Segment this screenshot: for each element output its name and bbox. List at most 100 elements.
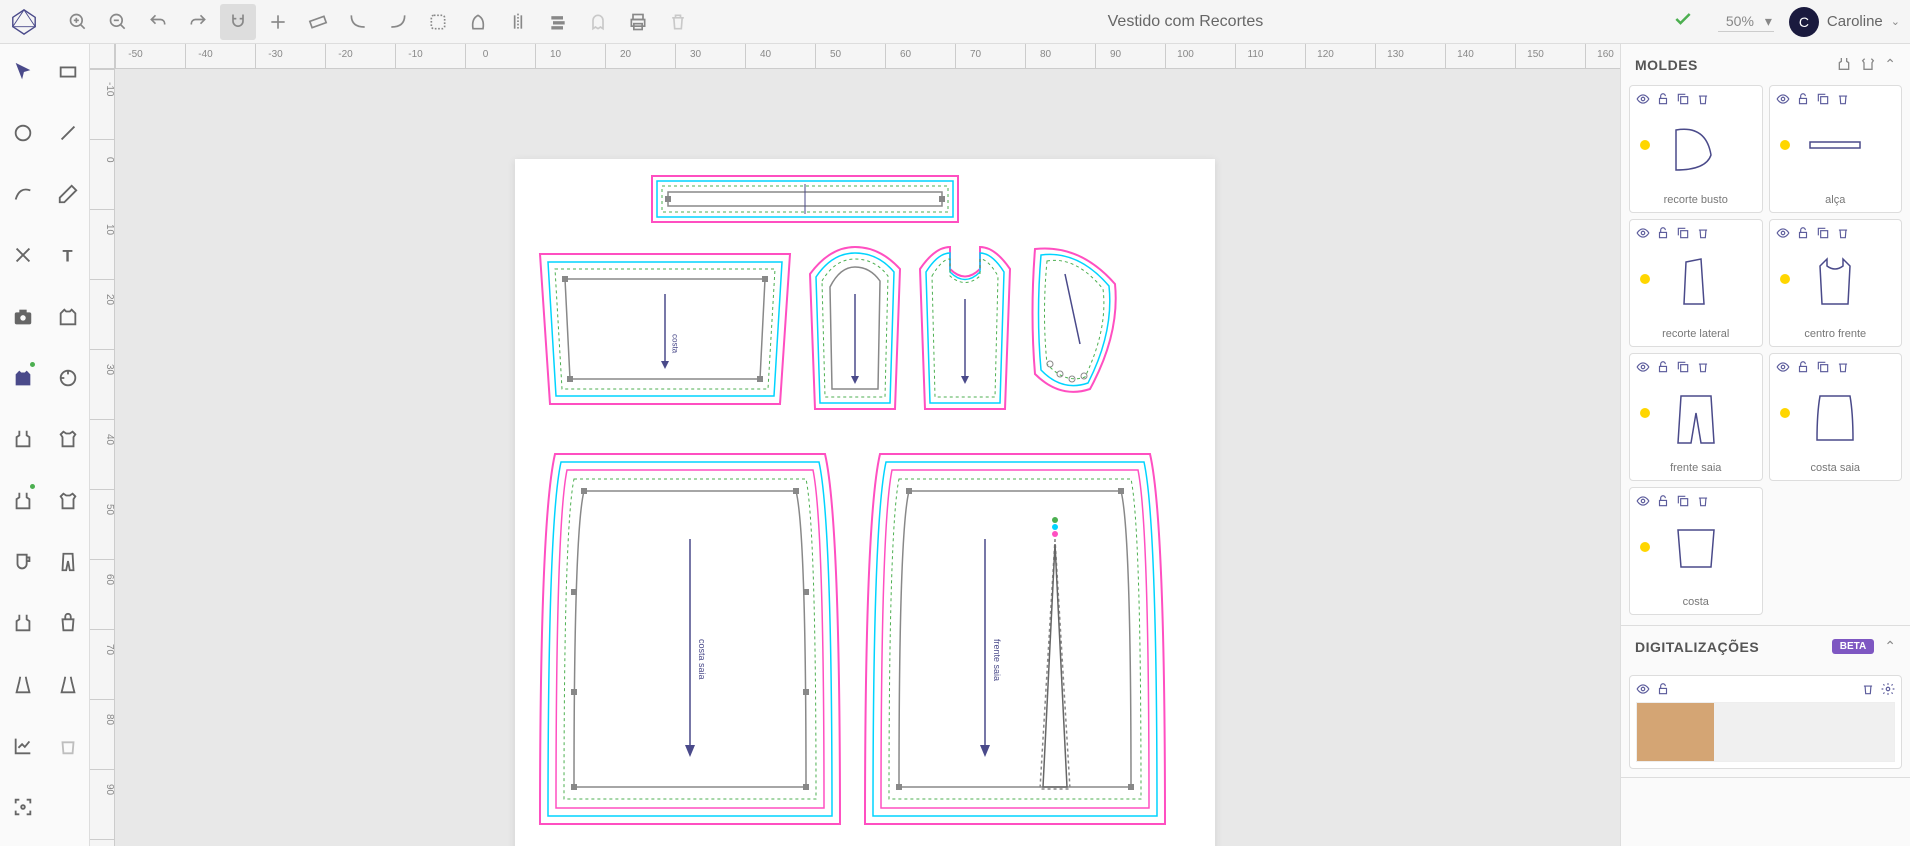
eye-icon[interactable] <box>1636 682 1650 696</box>
gear-icon[interactable] <box>1881 682 1895 696</box>
camera-tool[interactable] <box>0 294 45 339</box>
mirror-button[interactable] <box>500 4 536 40</box>
cup-tool[interactable] <box>0 539 45 584</box>
curve-right-button[interactable] <box>380 4 416 40</box>
print-button[interactable] <box>620 4 656 40</box>
mold-card[interactable]: costa <box>1629 487 1763 615</box>
garment-tool-1[interactable] <box>45 294 90 339</box>
digitization-card[interactable] <box>1629 675 1902 769</box>
ghost-button[interactable] <box>580 4 616 40</box>
bag-tool-2[interactable] <box>45 723 90 768</box>
ruler-button[interactable] <box>300 4 336 40</box>
magnet-button[interactable] <box>220 4 256 40</box>
garment-icon[interactable] <box>1836 56 1852 72</box>
user-menu[interactable]: C Caroline ⌄ <box>1789 7 1900 37</box>
mold-card[interactable]: costa saia <box>1769 353 1903 481</box>
add-button[interactable] <box>260 4 296 40</box>
eye-icon[interactable] <box>1636 226 1650 240</box>
rectangle-tool[interactable] <box>45 49 90 94</box>
layers-button[interactable] <box>540 4 576 40</box>
zoom-selector[interactable]: 50%▾ <box>1718 11 1774 32</box>
pants-tool[interactable] <box>45 539 90 584</box>
line-tool[interactable] <box>45 110 90 155</box>
eye-icon[interactable] <box>1636 360 1650 374</box>
tank-tool-2[interactable] <box>0 478 45 523</box>
scan-tool[interactable] <box>0 785 45 830</box>
shirt-icon[interactable] <box>1860 56 1876 72</box>
shirt-tool[interactable] <box>45 417 90 462</box>
bag-tool[interactable] <box>45 601 90 646</box>
trash-icon[interactable] <box>1696 226 1710 240</box>
garment-tool-2[interactable] <box>0 356 45 401</box>
mold-card[interactable]: frente saia <box>1629 353 1763 481</box>
ruler-tick: 130 <box>1375 44 1415 69</box>
status-dot <box>1780 408 1790 418</box>
trash-icon[interactable] <box>1696 494 1710 508</box>
copy-icon[interactable] <box>1816 360 1830 374</box>
molds-panel-header[interactable]: MOLDES ⌃ <box>1621 44 1910 85</box>
circle-tool[interactable] <box>0 110 45 155</box>
trash-icon[interactable] <box>1836 226 1850 240</box>
tank-tool[interactable] <box>0 417 45 462</box>
lock-icon[interactable] <box>1796 226 1810 240</box>
trash-icon[interactable] <box>1696 92 1710 106</box>
zoom-out-button[interactable] <box>100 4 136 40</box>
canvas-area[interactable]: -50-40-30-20-100102030405060708090100110… <box>90 44 1620 846</box>
shape-button[interactable] <box>460 4 496 40</box>
copy-icon[interactable] <box>1676 494 1690 508</box>
lock-icon[interactable] <box>1656 360 1670 374</box>
collapse-icon[interactable]: ⌃ <box>1884 638 1896 655</box>
eye-icon[interactable] <box>1776 226 1790 240</box>
tank-tool-3[interactable] <box>0 601 45 646</box>
eye-icon[interactable] <box>1776 92 1790 106</box>
mold-card[interactable]: recorte lateral <box>1629 219 1763 347</box>
dress-tool-2[interactable] <box>45 662 90 707</box>
eye-icon[interactable] <box>1636 494 1650 508</box>
zoom-in-button[interactable] <box>60 4 96 40</box>
trash-button[interactable] <box>660 4 696 40</box>
curve-tool[interactable] <box>0 172 45 217</box>
redo-button[interactable] <box>180 4 216 40</box>
lock-icon[interactable] <box>1796 360 1810 374</box>
text-tool[interactable]: T <box>45 233 90 278</box>
canvas[interactable]: costa <box>115 69 1620 846</box>
document-title[interactable]: Vestido com Recortes <box>698 13 1673 31</box>
ruler-tick: -50 <box>115 44 155 69</box>
lock-icon[interactable] <box>1656 682 1670 696</box>
digitizations-panel-header[interactable]: DIGITALIZAÇÕES BETA ⌃ <box>1621 626 1910 667</box>
measure-tool[interactable] <box>45 356 90 401</box>
lock-icon[interactable] <box>1656 226 1670 240</box>
shirt-tool-2[interactable] <box>45 478 90 523</box>
copy-icon[interactable] <box>1816 92 1830 106</box>
selection-button[interactable] <box>420 4 456 40</box>
collapse-icon[interactable]: ⌃ <box>1884 56 1896 73</box>
lock-icon[interactable] <box>1656 92 1670 106</box>
right-panel: MOLDES ⌃ recorte busto <box>1620 44 1910 846</box>
trash-icon[interactable] <box>1861 682 1875 696</box>
copy-icon[interactable] <box>1676 360 1690 374</box>
eye-icon[interactable] <box>1636 92 1650 106</box>
curve-left-button[interactable] <box>340 4 376 40</box>
cut-tool[interactable] <box>0 233 45 278</box>
lock-icon[interactable] <box>1656 494 1670 508</box>
ruler-tick: 10 <box>535 44 575 69</box>
trash-icon[interactable] <box>1696 360 1710 374</box>
select-tool[interactable] <box>0 49 45 94</box>
lock-icon[interactable] <box>1796 92 1810 106</box>
beta-badge: BETA <box>1832 639 1874 654</box>
eye-icon[interactable] <box>1776 360 1790 374</box>
app-logo[interactable] <box>10 8 38 36</box>
copy-icon[interactable] <box>1676 92 1690 106</box>
copy-icon[interactable] <box>1676 226 1690 240</box>
trash-icon[interactable] <box>1836 360 1850 374</box>
mold-label: centro frente <box>1776 328 1896 340</box>
copy-icon[interactable] <box>1816 226 1830 240</box>
undo-button[interactable] <box>140 4 176 40</box>
mold-card[interactable]: recorte busto <box>1629 85 1763 213</box>
trash-icon[interactable] <box>1836 92 1850 106</box>
mold-card[interactable]: alça <box>1769 85 1903 213</box>
mold-card[interactable]: centro frente <box>1769 219 1903 347</box>
graph-tool[interactable] <box>0 723 45 768</box>
dress-tool[interactable] <box>0 662 45 707</box>
pencil-tool[interactable] <box>45 172 90 217</box>
